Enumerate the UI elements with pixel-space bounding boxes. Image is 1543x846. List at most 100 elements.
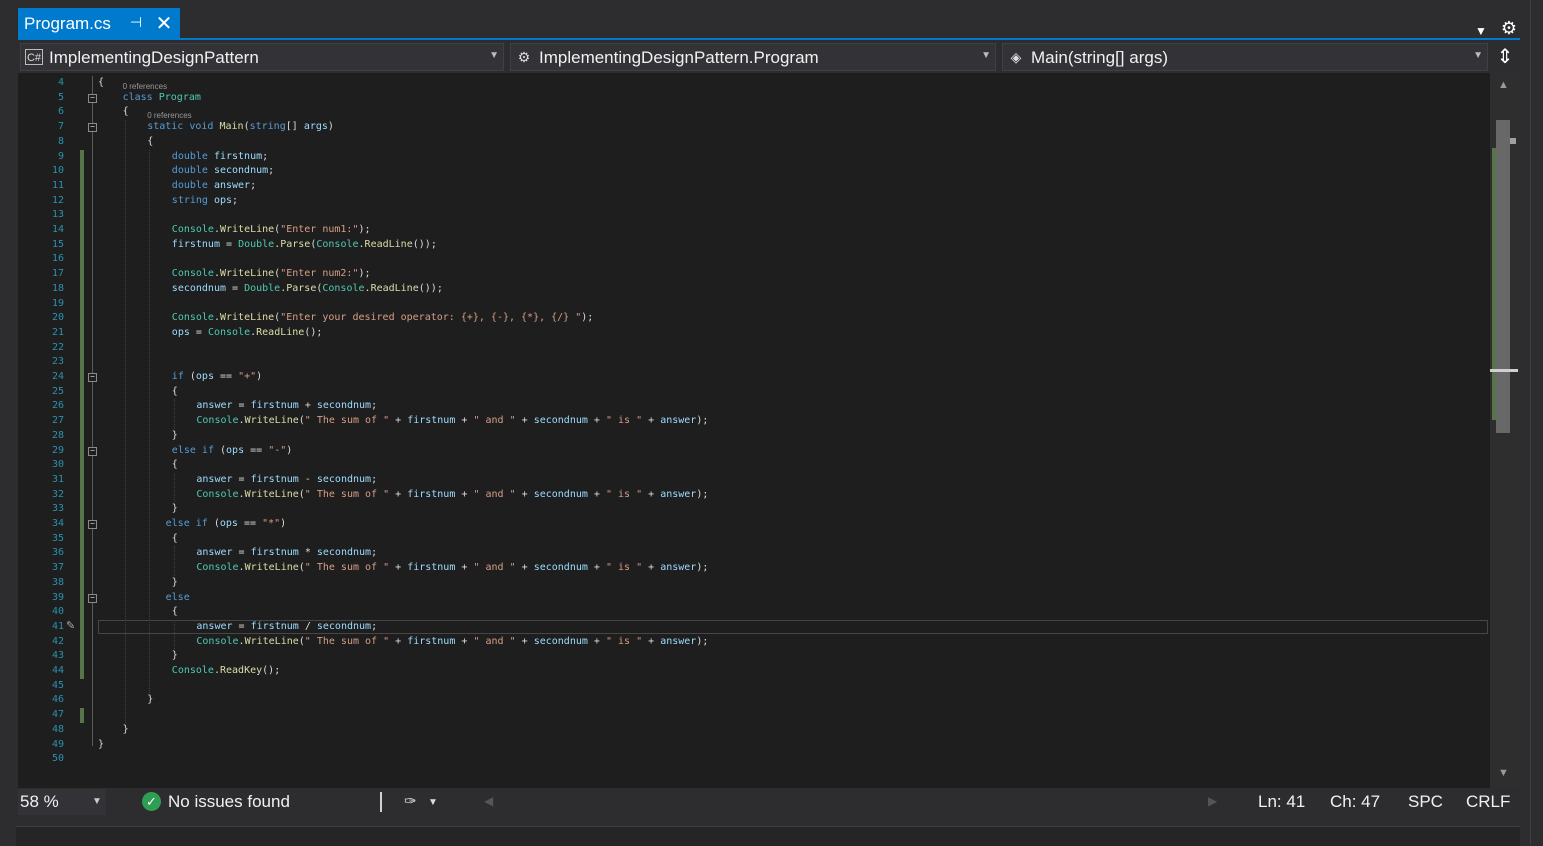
code-line[interactable]: }	[123, 723, 129, 737]
code-line[interactable]: {	[98, 76, 104, 90]
type-label: ImplementingDesignPattern.Program	[539, 48, 819, 67]
code-line[interactable]: else	[166, 591, 190, 605]
collapse-icon[interactable]: −	[88, 373, 97, 382]
left-edge-strip	[0, 0, 16, 845]
line-number: 24	[51, 371, 64, 382]
type-dropdown[interactable]: ⚙ ImplementingDesignPattern.Program ▼	[510, 43, 996, 71]
line-number: 18	[51, 282, 64, 294]
tab-list-dropdown-icon[interactable]: ▼	[1474, 24, 1488, 38]
project-label: ImplementingDesignPattern	[49, 48, 259, 67]
code-line[interactable]: string ops;	[172, 194, 238, 208]
code-line[interactable]: {	[147, 135, 153, 149]
chevron-down-icon: ▼	[92, 796, 102, 807]
check-circle-icon[interactable]: ✓	[142, 792, 161, 811]
code-line[interactable]: answer = firstnum / secondnum;	[196, 620, 377, 634]
code-text-area[interactable]: {class Program{static void Main(string[]…	[98, 73, 1488, 788]
code-line[interactable]: }	[172, 649, 178, 663]
code-line[interactable]: double answer;	[172, 179, 256, 193]
references-codelens[interactable]: 0 references	[123, 82, 167, 91]
scroll-up-icon[interactable]: ▲	[1498, 79, 1509, 91]
code-line[interactable]: firstnum = Double.Parse(Console.ReadLine…	[172, 238, 437, 252]
whitespace-indicator[interactable]: SPC	[1408, 792, 1443, 812]
scroll-right-icon[interactable]: ▶	[1208, 794, 1217, 808]
scroll-down-icon[interactable]: ▼	[1498, 767, 1509, 779]
indent-guide	[149, 149, 151, 694]
code-line[interactable]: answer = firstnum - secondnum;	[196, 473, 377, 487]
code-line[interactable]: Console.WriteLine("Enter num1:");	[172, 223, 371, 237]
code-line[interactable]: Console.WriteLine("Enter your desired op…	[172, 311, 594, 325]
line-number: 17	[51, 268, 64, 280]
gear-icon[interactable]: ⚙	[1500, 19, 1518, 37]
issues-status[interactable]: No issues found	[168, 792, 290, 812]
chevron-down-icon[interactable]: ▼	[428, 797, 438, 808]
code-line[interactable]: Console.WriteLine(" The sum of " + first…	[196, 488, 708, 502]
code-line[interactable]: class Program	[123, 91, 201, 105]
line-number: 27	[51, 415, 64, 427]
scrollbar-thumb[interactable]	[1496, 120, 1510, 433]
code-line[interactable]: ops = Console.ReadLine();	[172, 326, 323, 340]
line-number: 12	[51, 194, 64, 206]
column-indicator[interactable]: Ch: 47	[1330, 792, 1380, 812]
code-line[interactable]: }	[172, 576, 178, 590]
line-indicator[interactable]: Ln: 41	[1258, 792, 1305, 812]
collapse-icon[interactable]: −	[88, 93, 97, 103]
collapse-icon[interactable]: −	[88, 593, 97, 603]
code-cleanup-icon[interactable]: ✑	[404, 792, 422, 812]
code-line[interactable]: }	[172, 429, 178, 443]
code-line[interactable]: {	[172, 532, 178, 546]
code-line[interactable]: else if (ops == "-")	[172, 444, 293, 458]
close-icon[interactable]: ✕	[154, 11, 174, 35]
code-line[interactable]: {	[172, 385, 178, 399]
line-number: 26	[51, 400, 64, 412]
zoom-dropdown[interactable]: 58 % ▼	[18, 789, 106, 815]
code-line[interactable]: static void Main(string[] args)	[147, 120, 334, 134]
code-line[interactable]: double firstnum;	[172, 150, 268, 164]
line-number: 37	[51, 562, 64, 574]
vertical-scrollbar[interactable]: ▲ ▼	[1490, 73, 1520, 788]
collapse-icon[interactable]: −	[88, 520, 97, 529]
member-dropdown[interactable]: ◈ Main(string[] args) ▼	[1002, 43, 1488, 71]
code-line[interactable]: answer = firstnum * secondnum;	[196, 546, 377, 560]
line-number: 32	[51, 488, 64, 500]
collapse-icon[interactable]: −	[88, 123, 97, 133]
line-number: 44	[51, 665, 64, 676]
line-ending-indicator[interactable]: CRLF	[1466, 792, 1510, 812]
indent-guide	[173, 619, 175, 650]
code-line[interactable]: Console.WriteLine("Enter num2:");	[172, 267, 371, 281]
code-line[interactable]: secondnum = Double.Parse(Console.ReadLin…	[172, 282, 443, 296]
code-line[interactable]: else if (ops == "*")	[166, 517, 287, 531]
code-editor[interactable]: 4 5 6 7 8 9 10 11 12 13 14 15 16 17 18 19 20 21 22 23 24 25 26…	[18, 73, 1490, 788]
code-line[interactable]: answer = firstnum + secondnum;	[196, 399, 377, 413]
line-number: 10	[51, 165, 64, 177]
code-line[interactable]: Console.WriteLine(" The sum of " + first…	[196, 561, 708, 575]
code-line[interactable]: if (ops == "+")	[172, 370, 262, 384]
code-line[interactable]: Console.WriteLine(" The sum of " + first…	[196, 414, 708, 428]
code-line[interactable]: {	[172, 458, 178, 472]
code-line[interactable]: {	[123, 105, 129, 119]
code-line[interactable]: }	[98, 738, 104, 752]
collapse-icon[interactable]: −	[88, 446, 97, 456]
code-line[interactable]: {	[172, 605, 178, 619]
chevron-down-icon: ▼	[1473, 50, 1483, 61]
bottom-panel	[16, 826, 1520, 846]
line-number: 46	[51, 694, 64, 706]
split-window-icon[interactable]: ⇕	[1492, 44, 1518, 70]
line-number: 6	[57, 106, 64, 118]
line-number: 14	[51, 224, 64, 235]
line-number: 40	[51, 606, 64, 618]
code-line[interactable]: double secondnum;	[172, 164, 274, 178]
line-number: 43	[51, 650, 64, 662]
code-line[interactable]: Console.WriteLine(" The sum of " + first…	[196, 635, 708, 649]
code-line[interactable]: Console.ReadKey();	[172, 664, 280, 678]
scroll-left-icon[interactable]: ◀	[484, 794, 493, 808]
code-line[interactable]: }	[147, 693, 153, 707]
project-dropdown[interactable]: C# ImplementingDesignPattern ▼	[20, 43, 504, 71]
references-codelens[interactable]: 0 references	[147, 111, 191, 120]
zoom-value: 58 %	[20, 792, 59, 811]
code-line[interactable]: }	[172, 502, 178, 516]
tab-program-cs[interactable]: Program.cs ⊣ ✕	[18, 8, 180, 38]
pin-icon[interactable]: ⊣	[128, 14, 144, 32]
line-number: 33	[51, 503, 64, 515]
line-number: 48	[51, 723, 64, 735]
line-number: 35	[51, 532, 64, 544]
